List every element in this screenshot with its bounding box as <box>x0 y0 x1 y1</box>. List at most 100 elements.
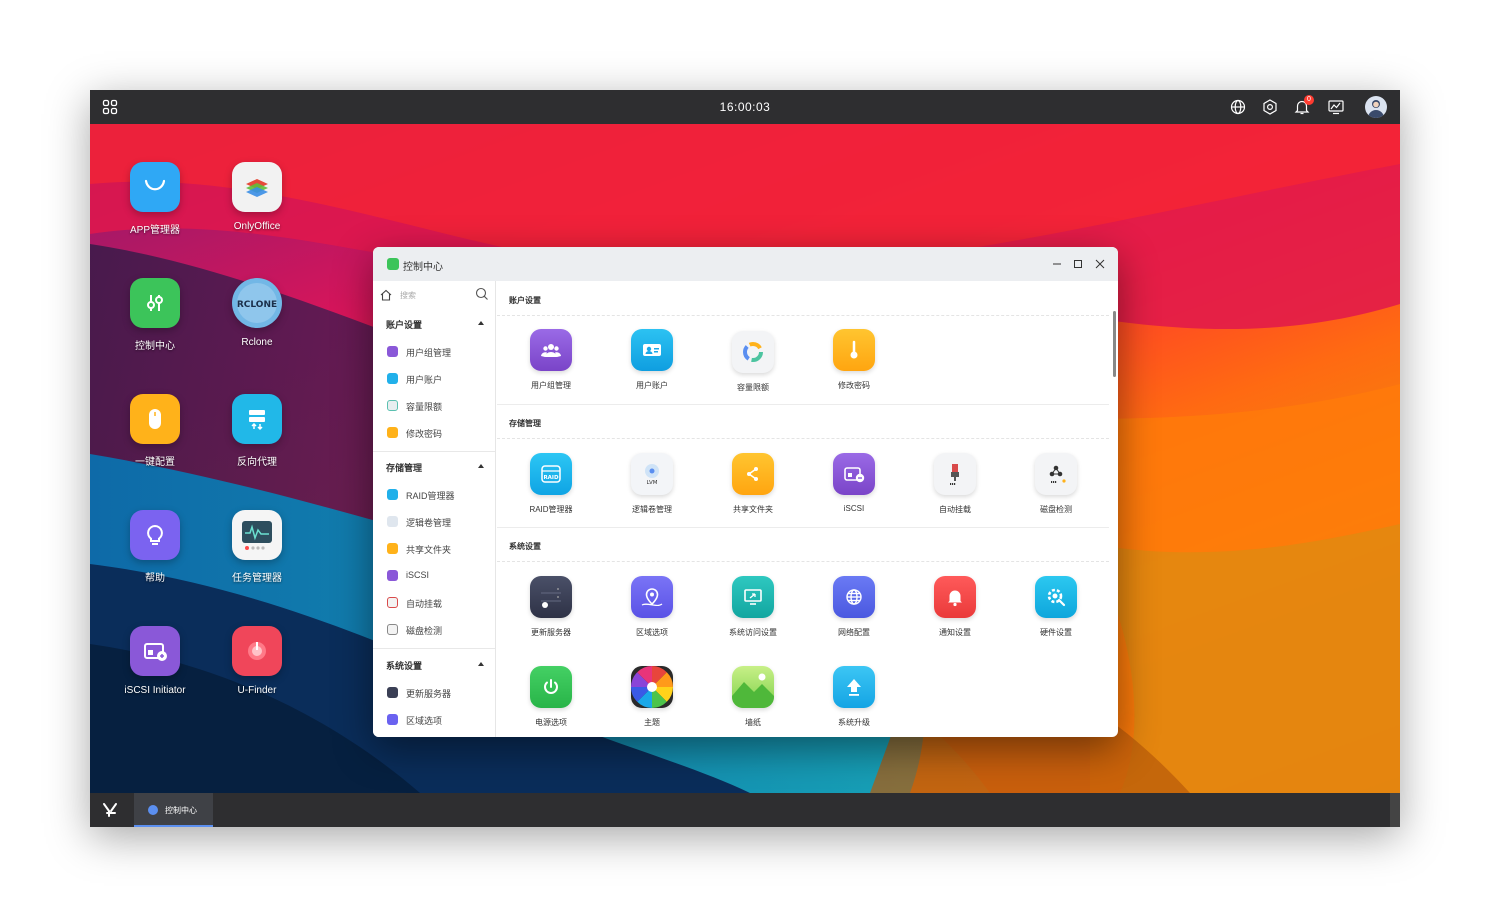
sidebar-divider <box>373 451 495 452</box>
sidebar-item-lvm[interactable]: 逻辑卷管理 <box>373 509 495 533</box>
wallpaper-icon <box>732 666 774 708</box>
app-change-password[interactable]: 修改密码 <box>809 329 899 391</box>
desktop-icon-label: APP管理器 <box>129 225 180 236</box>
system-access-icon <box>732 576 774 618</box>
desktop-icon-rclone[interactable]: RCLONE Rclone <box>207 278 307 348</box>
app-label: 修改密码 <box>838 381 870 390</box>
taskbar-item-control-center[interactable]: 控制中心 <box>134 793 213 827</box>
app-user-account[interactable]: 用户账户 <box>607 329 697 391</box>
minimize-icon[interactable] <box>1050 257 1064 271</box>
sidebar-item-shared-folder[interactable]: 共享文件夹 <box>373 536 495 560</box>
sidebar-item-update-server[interactable]: 更新服务器 <box>373 680 495 704</box>
desktop-icon-label: 一键配置 <box>135 457 175 468</box>
sidebar-item-raid[interactable]: RAID管理器 <box>373 482 495 506</box>
control-center-window: 控制中心 搜索 账户设置 用户组管理 用户账户 容量限额 修改密码 存储管理 R… <box>373 247 1118 737</box>
app-shared-folder[interactable]: 共享文件夹 <box>708 453 798 515</box>
desktop-icon-control-center[interactable]: 控制中心 <box>105 278 205 352</box>
iscsi-icon <box>833 453 875 495</box>
ufinder-icon <box>232 626 282 676</box>
desktop-icon-onlyoffice[interactable]: OnlyOffice <box>207 162 307 232</box>
app-store-icon <box>130 162 180 212</box>
app-user-group[interactable]: 用户组管理 <box>506 329 596 391</box>
notification-icon <box>934 576 976 618</box>
close-icon[interactable] <box>1093 257 1107 271</box>
section-separator <box>497 527 1109 528</box>
caret-up-icon <box>478 662 484 666</box>
sidebar-item-disk-check[interactable]: 磁盘检测 <box>373 617 495 641</box>
app-label: 系统访问设置 <box>729 628 777 637</box>
vertical-scrollbar[interactable] <box>1113 311 1116 377</box>
search-icon[interactable] <box>475 287 489 301</box>
app-lvm[interactable]: LVM 逻辑卷管理 <box>607 453 697 515</box>
window-titlebar[interactable]: 控制中心 <box>373 247 1118 281</box>
sidebar-item-user-group[interactable]: 用户组管理 <box>373 339 495 363</box>
sidebar-item-label: 更新服务器 <box>406 689 452 699</box>
sidebar-item-iscsi[interactable]: iSCSI <box>373 563 495 587</box>
taskbar-scroll-handle[interactable] <box>1390 793 1400 827</box>
desktop-icon-help[interactable]: 帮助 <box>105 510 205 584</box>
svg-text:RCLONE: RCLONE <box>237 300 277 310</box>
notification-bell-icon[interactable]: 0 <box>1293 95 1314 116</box>
desktop-icon-ufinder[interactable]: U-Finder <box>207 626 307 696</box>
user-avatar[interactable] <box>1365 96 1387 118</box>
maximize-icon[interactable] <box>1071 257 1085 271</box>
power-icon <box>530 666 572 708</box>
app-raid-manager[interactable]: RAID RAID管理器 <box>506 453 596 515</box>
app-region-options[interactable]: 区域选项 <box>607 576 697 638</box>
user-account-icon <box>387 373 398 384</box>
app-label: 网络配置 <box>838 628 870 637</box>
desktop-icon-app-manager[interactable]: APP管理器 <box>105 162 205 236</box>
sidebar-item-change-password[interactable]: 修改密码 <box>373 420 495 444</box>
app-label: 自动挂载 <box>939 505 971 514</box>
app-auto-mount[interactable]: 自动挂载 <box>910 453 1000 515</box>
app-label: iSCSI <box>843 504 865 513</box>
start-menu-logo-icon[interactable] <box>102 802 118 818</box>
app-update-server[interactable]: 更新服务器 <box>506 576 596 638</box>
settings-gear-icon[interactable] <box>1261 98 1279 116</box>
desktop-icon-reverse-proxy[interactable]: 反向代理 <box>207 394 307 468</box>
sidebar-group-system-settings[interactable]: 系统设置 <box>373 654 495 676</box>
caret-up-icon <box>478 321 484 325</box>
desktop-icon-label: 控制中心 <box>135 341 175 352</box>
search-input[interactable] <box>400 286 470 304</box>
app-notification-settings[interactable]: 通知设置 <box>910 576 1000 638</box>
control-center-main: 账户设置 用户组管理 用户账户 容量限额 修改密码 存储管理 RAID RAID… <box>497 281 1118 737</box>
section-rule <box>497 438 1109 439</box>
sidebar-item-quota[interactable]: 容量限额 <box>373 393 495 417</box>
desktop-icon-one-click-config[interactable]: 一键配置 <box>105 394 205 468</box>
desktop-icon-iscsi-initiator[interactable]: iSCSI Initiator <box>105 626 205 696</box>
sidebar-item-user-account[interactable]: 用户账户 <box>373 366 495 390</box>
app-power-options[interactable]: 电源选项 <box>506 666 596 728</box>
desktop-icon-label: U-Finder <box>237 685 277 696</box>
app-label: 墙纸 <box>745 718 761 727</box>
app-theme[interactable]: 主题 <box>607 666 697 728</box>
onlyoffice-icon <box>232 162 282 212</box>
auto-mount-icon <box>387 597 398 608</box>
app-system-upgrade[interactable]: 系统升级 <box>809 666 899 728</box>
sidebar-group-storage[interactable]: 存储管理 <box>373 456 495 478</box>
app-hardware-settings[interactable]: 硬件设置 <box>1011 576 1101 638</box>
sidebar-item-region[interactable]: 区域选项 <box>373 707 495 731</box>
reverse-proxy-icon <box>232 394 282 444</box>
desktop-icon-task-manager[interactable]: 任务管理器 <box>207 510 307 584</box>
sidebar-item-label: 自动挂载 <box>406 599 443 609</box>
app-iscsi[interactable]: iSCSI <box>809 453 899 513</box>
app-network-config[interactable]: 网络配置 <box>809 576 899 638</box>
section-rule <box>497 561 1109 562</box>
task-monitor-icon <box>232 510 282 560</box>
app-wallpaper[interactable]: 墙纸 <box>708 666 798 728</box>
shared-folder-icon <box>387 543 398 554</box>
lvm-icon <box>387 516 398 527</box>
sidebar-item-label: iSCSI <box>406 570 430 580</box>
desktop-icon-label: 帮助 <box>145 573 165 584</box>
resource-monitor-icon[interactable] <box>1327 98 1345 116</box>
sidebar-item-auto-mount[interactable]: 自动挂载 <box>373 590 495 614</box>
app-label: 用户组管理 <box>531 381 571 390</box>
app-quota[interactable]: 容量限额 <box>708 331 798 393</box>
app-disk-check[interactable]: 磁盘检测 <box>1011 453 1101 515</box>
sidebar-group-account-settings[interactable]: 账户设置 <box>373 313 495 335</box>
globe-icon[interactable] <box>1229 98 1247 116</box>
app-launcher-grid-icon[interactable] <box>102 99 118 115</box>
home-icon[interactable] <box>379 288 393 302</box>
app-system-access[interactable]: 系统访问设置 <box>708 576 798 638</box>
